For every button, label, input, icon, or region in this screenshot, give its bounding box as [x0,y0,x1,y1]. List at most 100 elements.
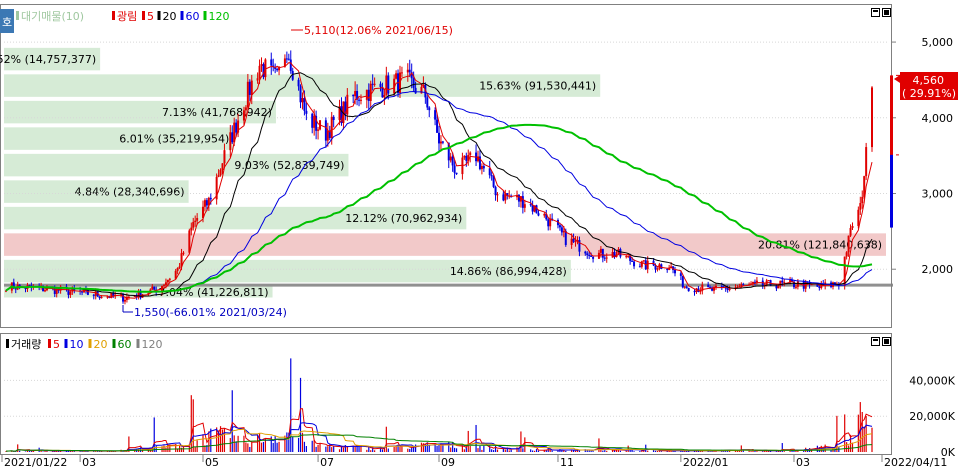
volume-bar [762,451,764,452]
candle-body [168,278,171,280]
price-tick-label: 2,000 [922,263,954,276]
maximize-icon[interactable] [871,337,880,346]
volume-bar [590,451,592,452]
candle-body [601,248,604,258]
volume-bar [604,450,606,452]
candle-body [371,83,374,85]
candle-body [297,79,300,87]
candle-body [549,218,552,227]
candle-body [638,266,641,268]
legend-swatch [112,11,115,20]
candle-body [465,155,468,161]
candle-body [847,235,850,253]
candle-body [242,110,245,121]
chart-type-label: 호 [2,16,12,29]
volume-bar [537,450,540,452]
legend-swatch [142,11,145,20]
volume-bar [656,450,659,452]
volume-tick-label: 20,000K [909,410,955,423]
volume-bar [477,448,479,452]
candle-body [176,268,179,271]
candle-body [434,110,437,120]
candle-body [151,286,154,290]
volume-bar [414,444,417,452]
candle-body [796,281,799,287]
volume-profile-label: 6.01% (35,219,954) [119,133,229,146]
legend-swatch [88,339,92,348]
volume-bar [450,447,452,452]
volume-bar [491,449,493,452]
x-tick-label: 07 [320,456,334,468]
candle-body [332,116,335,120]
candle-body [482,166,485,169]
volume-bar [756,451,758,452]
volume-bar [278,441,280,452]
volume-bar [865,415,867,452]
volume-bar [409,448,411,452]
candle-body [851,226,854,228]
candle-body [258,65,261,79]
volume-bar [455,448,458,452]
volume-bar [360,446,362,452]
candle-body [246,81,249,108]
candle-body [728,289,731,291]
candle-body [871,87,873,148]
current-change: ( 29.91%) [902,87,956,100]
volume-bar [789,450,791,452]
volume-bar [578,450,581,452]
volume-bar [748,450,750,452]
volume-bar [750,451,752,452]
candle-body [547,219,550,227]
volume-profile-label: 4.84% (28,340,696) [75,186,185,199]
candle-body [373,83,376,85]
candle-body [861,196,864,204]
volume-bar [299,377,302,452]
candle-body [436,119,439,133]
candle-body [166,279,169,283]
candle-body [209,197,212,200]
volume-bar [274,435,276,452]
volume-profile-label: 14.86% (86,994,428) [450,265,567,278]
volume-bar [208,431,210,452]
volume-bar [738,450,740,452]
candle-body [560,227,563,233]
candle-body [426,97,429,108]
volume-bar [42,451,44,452]
candle-body [194,220,197,222]
volume-bar [311,440,313,452]
legend-item: 20 [163,10,177,23]
volume-bar [342,447,345,452]
volume-bar [844,414,846,452]
volume-bar [141,450,144,452]
candle-body [164,282,167,286]
volume-bar [639,450,641,452]
volume-bar [366,449,368,452]
legend-swatch [157,11,161,20]
volume-bar [24,451,27,452]
legend-item: 광림 [117,10,137,23]
legend-swatch [6,339,9,348]
candle-body [523,204,526,208]
volume-bar [643,451,645,452]
maximize-icon[interactable] [871,8,880,17]
volume-bar [588,450,590,452]
candle-body [276,69,279,71]
candle-body [859,203,862,210]
volume-tick-label: 40,000K [909,374,955,387]
candle-body [223,150,226,164]
volume-bar [19,450,21,452]
volume-bar [81,451,83,452]
volume-bar [533,450,536,452]
volume-bar [549,450,551,452]
volume-bar [715,451,717,452]
volume-bar [196,440,198,452]
candle-body [656,268,659,270]
candle-body [646,260,649,270]
volume-profile-label: 7.04% (41,226,811) [159,286,269,299]
volume-bar [180,447,183,452]
candle-body [857,209,860,227]
volume-bar [629,449,631,452]
volume-bar [257,435,259,452]
candle-body [358,99,361,101]
volume-bar [286,432,288,452]
